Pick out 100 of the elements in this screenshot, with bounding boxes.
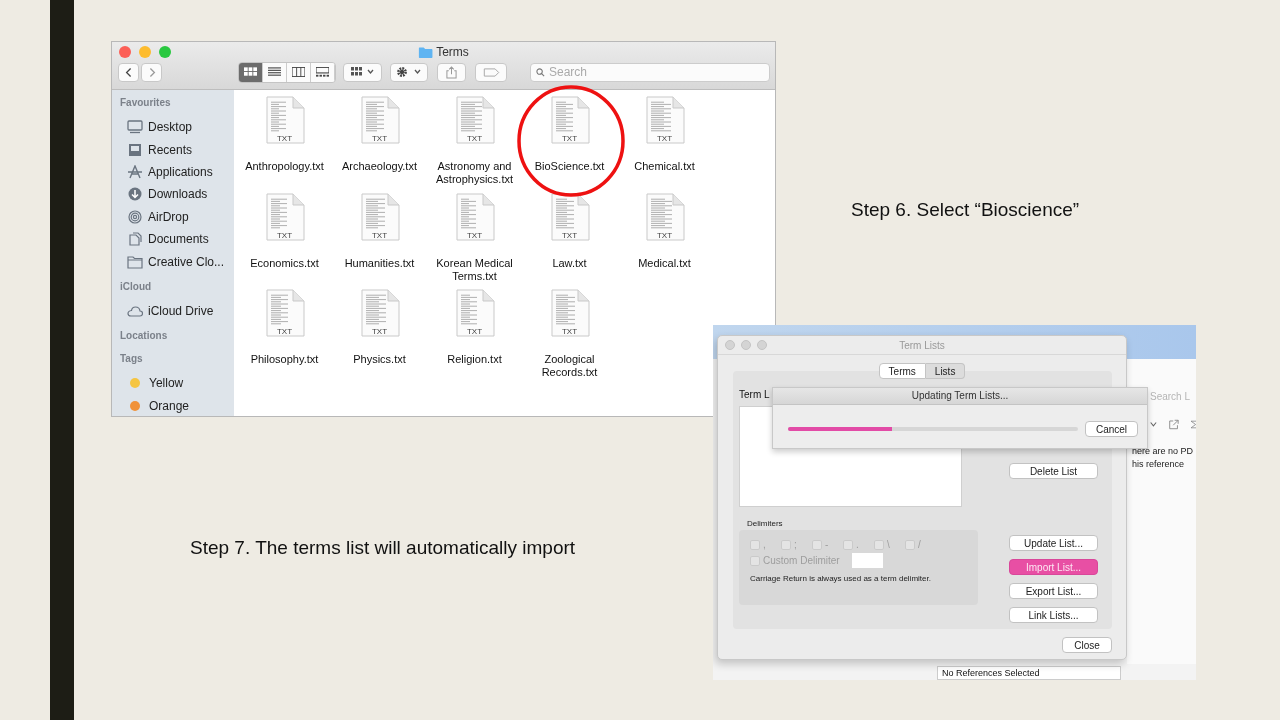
sidebar-item[interactable]: Documents xyxy=(120,227,234,251)
file-type-label: TXT xyxy=(370,134,389,143)
file-item[interactable]: TXT Religion.txt xyxy=(427,289,522,386)
list-button[interactable]: Export List... xyxy=(1009,583,1098,599)
external-link-icon[interactable] xyxy=(1168,418,1179,431)
message-text: his reference xyxy=(1132,458,1186,471)
list-button[interactable]: Update List... xyxy=(1009,535,1098,551)
input-field[interactable] xyxy=(851,553,883,568)
apps-icon xyxy=(127,164,143,179)
file-type-label: TXT xyxy=(275,134,294,143)
file-item[interactable]: TXT Law.txt xyxy=(522,192,617,289)
downloads-icon xyxy=(127,187,143,202)
file-item[interactable]: TXT Physics.txt xyxy=(332,289,427,386)
gallery-icon xyxy=(316,67,329,77)
document-icon xyxy=(264,96,305,144)
group-label: Delimiters xyxy=(747,519,784,528)
settings-button[interactable] xyxy=(390,62,428,82)
list-icon xyxy=(268,67,281,77)
list-view-button[interactable] xyxy=(263,62,287,82)
sidebar-item[interactable]: Desktop xyxy=(120,116,234,139)
grid-icon xyxy=(349,67,376,77)
close-button[interactable] xyxy=(119,45,131,58)
columns-view-button[interactable] xyxy=(287,62,311,82)
checkbox-label: / xyxy=(918,539,922,550)
file-item[interactable]: TXT Humanities.txt xyxy=(332,192,427,289)
window-title: Terms xyxy=(436,45,469,59)
dialog-title: Updating Term Lists... xyxy=(773,388,1147,405)
search-field[interactable]: Search xyxy=(530,62,770,82)
folder-icon xyxy=(418,46,433,58)
share-button[interactable] xyxy=(437,62,466,82)
document-icon xyxy=(644,192,685,241)
tab[interactable]: Terms xyxy=(878,363,926,379)
file-item[interactable]: TXT Archaeology.txt xyxy=(332,96,427,193)
sidebar-item[interactable]: Yellow xyxy=(120,372,234,395)
step-caption: Step 7. The terms list will automatically import xyxy=(190,537,576,559)
chevron-right-icon xyxy=(147,66,156,78)
sidebar-item[interactable]: Applications xyxy=(120,160,234,184)
status-field: No References Selected xyxy=(937,666,1121,680)
document-icon xyxy=(454,289,495,337)
document-icon xyxy=(549,192,590,241)
tag-button[interactable] xyxy=(475,62,507,82)
window-title: Term Lists xyxy=(899,339,945,351)
sidebar-heading: Locations xyxy=(120,330,169,344)
close-button[interactable] xyxy=(725,340,735,350)
sidebar-item[interactable]: Recents xyxy=(120,138,234,161)
sidebar-heading: Tags xyxy=(120,353,144,367)
documents-icon xyxy=(127,232,143,247)
list-button[interactable]: Link Lists... xyxy=(1009,607,1098,623)
file-item[interactable]: TXT Astronomy and Astrophysics.txt xyxy=(427,96,522,193)
sidebar-item[interactable]: Downloads xyxy=(120,183,234,206)
share-icon xyxy=(446,65,457,79)
minimize-button[interactable] xyxy=(139,45,151,58)
sidebar-heading: Favourites xyxy=(120,97,172,110)
forward-button[interactable] xyxy=(141,62,162,82)
delete-list-button[interactable]: Delete List xyxy=(1009,463,1098,479)
tab[interactable]: Lists xyxy=(925,363,966,379)
step-caption: Step 6. Select “Bioscience” xyxy=(851,199,1080,221)
file-item[interactable]: TXT Anthropology.txt xyxy=(237,96,332,193)
minimize-button[interactable] xyxy=(741,340,751,350)
checkbox-label: Custom Delimiter xyxy=(763,555,840,566)
note-text: Carriage Return is always used as a term delimiter. xyxy=(750,574,932,583)
file-item[interactable]: TXT Philosophy.txt xyxy=(237,289,332,386)
file-item[interactable]: TXT Medical.txt xyxy=(617,192,712,289)
tag-icon xyxy=(482,67,500,77)
chevron-left-icon xyxy=(124,66,133,78)
desktop-icon xyxy=(127,120,143,135)
caret-icon xyxy=(1150,421,1157,428)
file-item[interactable]: TXT Zoological Records.txt xyxy=(522,289,617,386)
document-icon xyxy=(359,289,400,337)
checkbox-label: \ xyxy=(887,539,891,550)
zoom-button[interactable] xyxy=(757,340,767,350)
zoom-button[interactable] xyxy=(159,45,171,58)
gear-icon xyxy=(395,66,423,78)
sidebar-item[interactable]: Orange xyxy=(120,394,234,416)
document-icon xyxy=(359,96,400,144)
document-icon xyxy=(454,96,495,144)
document-icon xyxy=(454,192,495,241)
file-item[interactable]: TXT Economics.txt xyxy=(237,192,332,289)
file-item[interactable]: TXT Korean Medical Terms.txt xyxy=(427,192,522,289)
sidebar-item[interactable]: AirDrop xyxy=(120,205,234,228)
document-icon xyxy=(549,96,590,144)
cancel-button[interactable]: Cancel xyxy=(1085,421,1138,437)
checkbox-label: ; xyxy=(794,539,798,550)
group-button[interactable] xyxy=(343,62,382,82)
sidebar-item[interactable]: Creative Clo... xyxy=(120,250,234,273)
message-text: here are no PD xyxy=(1132,445,1195,458)
checkbox-label: . xyxy=(856,539,860,550)
back-button[interactable] xyxy=(118,62,139,82)
file-type-label: TXT xyxy=(465,230,484,240)
sidebar-item[interactable]: iCloud Drive xyxy=(120,299,234,323)
document-icon xyxy=(549,289,590,337)
grid-icon xyxy=(244,67,257,77)
close-button[interactable]: Close xyxy=(1062,637,1112,653)
gallery-view-button[interactable] xyxy=(311,62,335,82)
file-type-label: TXT xyxy=(465,327,484,336)
checkbox-label: - xyxy=(825,539,830,550)
icons-view-button[interactable] xyxy=(239,62,263,82)
folder-icon xyxy=(127,254,143,269)
file-item[interactable]: TXT Chemical.txt xyxy=(617,96,712,193)
search-field[interactable]: Search L xyxy=(1144,391,1196,402)
